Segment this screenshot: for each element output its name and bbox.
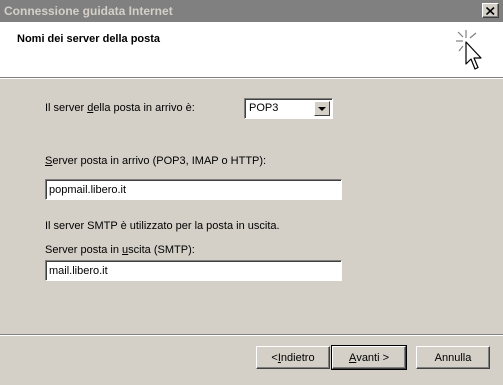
incoming-server-label: Server posta in arrivo (POP3, IMAP o HTT… [45,155,267,167]
outgoing-server-label: Server posta in uscita (SMTP): [45,244,195,256]
incoming-type-value: POP3 [249,102,279,114]
incoming-server-input[interactable] [45,179,342,200]
wizard-window: Connessione guidata Internet Nomi dei se… [0,0,503,385]
back-button[interactable]: < Indietro [256,346,330,369]
smtp-note: Il server SMTP è utilizzato per la posta… [45,220,280,232]
wizard-header: Nomi dei server della posta [0,22,503,79]
incoming-type-select[interactable]: POP3 [244,98,333,119]
cancel-button[interactable]: Annulla [416,346,490,369]
page-title: Nomi dei server della posta [17,33,161,45]
wizard-cursor-icon [456,30,482,70]
chevron-down-icon[interactable] [314,101,330,116]
close-icon [486,6,495,15]
window-title: Connessione guidata Internet [4,4,173,18]
next-button[interactable]: Avanti > [331,345,407,370]
title-bar[interactable]: Connessione guidata Internet [0,0,503,22]
close-button[interactable] [482,3,499,18]
incoming-type-label: Il server della posta in arrivo è: [45,102,195,114]
outgoing-server-input[interactable] [45,260,342,281]
footer-divider [0,334,503,336]
